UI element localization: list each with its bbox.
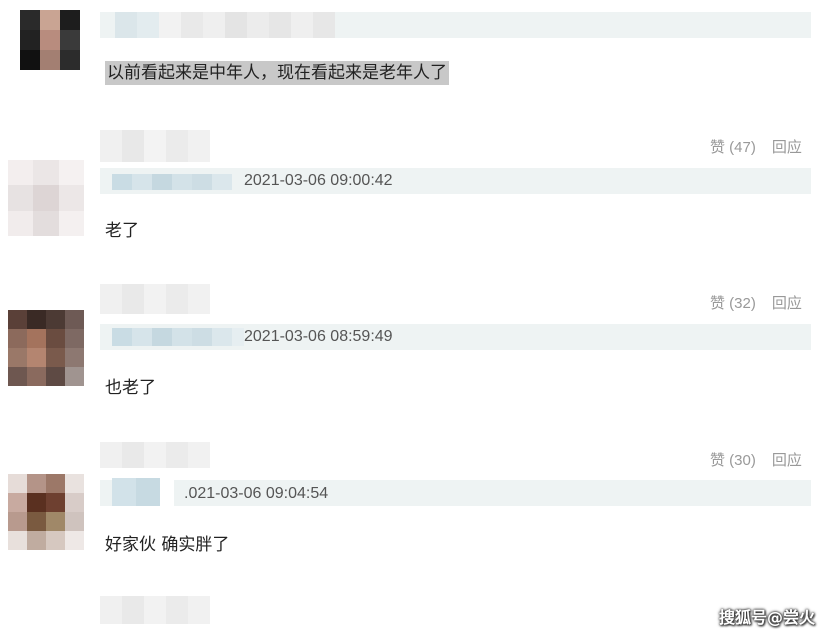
timestamp: .021-03-06 09:04:54 <box>184 485 329 502</box>
watermark: 搜狐号@尝火 <box>718 608 815 627</box>
avatar[interactable] <box>8 160 84 236</box>
username-blurred[interactable] <box>100 130 210 162</box>
avatar[interactable] <box>8 310 84 386</box>
comment-actions: 赞 (30) 回应 <box>710 449 802 470</box>
reply-button[interactable]: 回应 <box>772 292 802 313</box>
comment-actions: 赞 (47) 回应 <box>710 136 802 157</box>
username-blurred[interactable] <box>100 284 210 314</box>
avatar[interactable] <box>20 10 80 70</box>
reply-button[interactable]: 回应 <box>772 136 802 157</box>
comment-text: 好家伙 确实胖了 <box>105 535 230 555</box>
username-blurred[interactable] <box>112 174 232 190</box>
username-blurred[interactable] <box>100 596 210 624</box>
username-blurred[interactable] <box>115 12 335 38</box>
username-blurred[interactable] <box>112 478 174 506</box>
like-button[interactable]: 赞 (32) <box>710 292 756 313</box>
like-button[interactable]: 赞 (30) <box>710 449 756 470</box>
username-blurred[interactable] <box>112 328 244 346</box>
comment-text: 老了 <box>105 221 139 241</box>
like-button[interactable]: 赞 (47) <box>710 136 756 157</box>
comment-actions: 赞 (32) 回应 <box>710 292 802 313</box>
comment-text: 以前看起来是中年人，现在看起来是老年人了 <box>105 61 449 85</box>
avatar[interactable] <box>8 474 84 550</box>
username-blurred[interactable] <box>100 442 210 468</box>
timestamp: 2021-03-06 08:59:49 <box>244 328 393 345</box>
comment-text: 也老了 <box>105 378 156 398</box>
timestamp: 2021-03-06 09:00:42 <box>244 172 393 189</box>
reply-button[interactable]: 回应 <box>772 449 802 470</box>
